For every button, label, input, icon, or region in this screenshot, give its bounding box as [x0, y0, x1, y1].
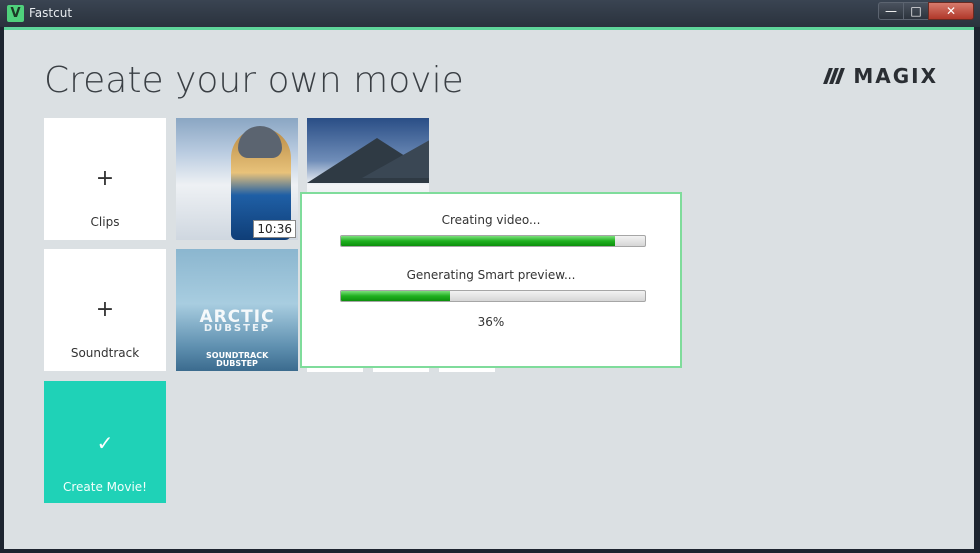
brand-logo: MAGIX	[823, 64, 938, 88]
task1-progress-bar	[340, 235, 646, 247]
task2-progress-fill	[341, 291, 451, 301]
clip-duration: 10:36	[253, 220, 296, 238]
plus-icon: +	[95, 166, 115, 191]
soundtrack-thumbnail[interactable]: ARCTIC DUBSTEP SOUNDTRACK DUBSTEP	[176, 249, 298, 371]
progress-dialog: Creating video... Generating Smart previ…	[300, 192, 682, 368]
plus-icon: +	[95, 297, 115, 322]
magix-logo-icon	[823, 68, 846, 84]
soundtrack-subtitle: DUBSTEP	[203, 323, 271, 334]
add-clips-button[interactable]: + Clips	[44, 118, 166, 240]
task2-label: Generating Smart preview...	[406, 268, 576, 282]
page-title: Create your own movie	[44, 60, 464, 101]
add-soundtrack-button[interactable]: + Soundtrack	[44, 249, 166, 371]
close-button[interactable]: ✕	[928, 2, 974, 20]
task2-progress-bar	[340, 290, 646, 302]
task2-percent: 36%	[477, 315, 505, 329]
create-movie-button[interactable]: ✓ Create Movie!	[44, 381, 166, 503]
clip-thumbnail-skier[interactable]: 10:36	[176, 118, 298, 240]
minimize-button[interactable]: —	[878, 2, 904, 20]
clips-label: Clips	[90, 215, 120, 229]
app-icon: V	[7, 5, 24, 22]
maximize-button[interactable]: □	[903, 2, 929, 20]
title-bar: V Fastcut — □ ✕	[0, 0, 980, 27]
main-window: Create your own movie MAGIX + Clips 10:3…	[4, 27, 974, 549]
app-title: Fastcut	[29, 6, 73, 20]
task1-progress-fill	[341, 236, 615, 246]
soundtrack-label: Soundtrack	[70, 346, 140, 360]
task1-label: Creating video...	[441, 213, 541, 227]
create-movie-label: Create Movie!	[62, 480, 147, 494]
checkmark-icon: ✓	[96, 431, 114, 455]
brand-name: MAGIX	[853, 64, 938, 88]
soundtrack-badge: SOUNDTRACK DUBSTEP	[206, 351, 269, 368]
